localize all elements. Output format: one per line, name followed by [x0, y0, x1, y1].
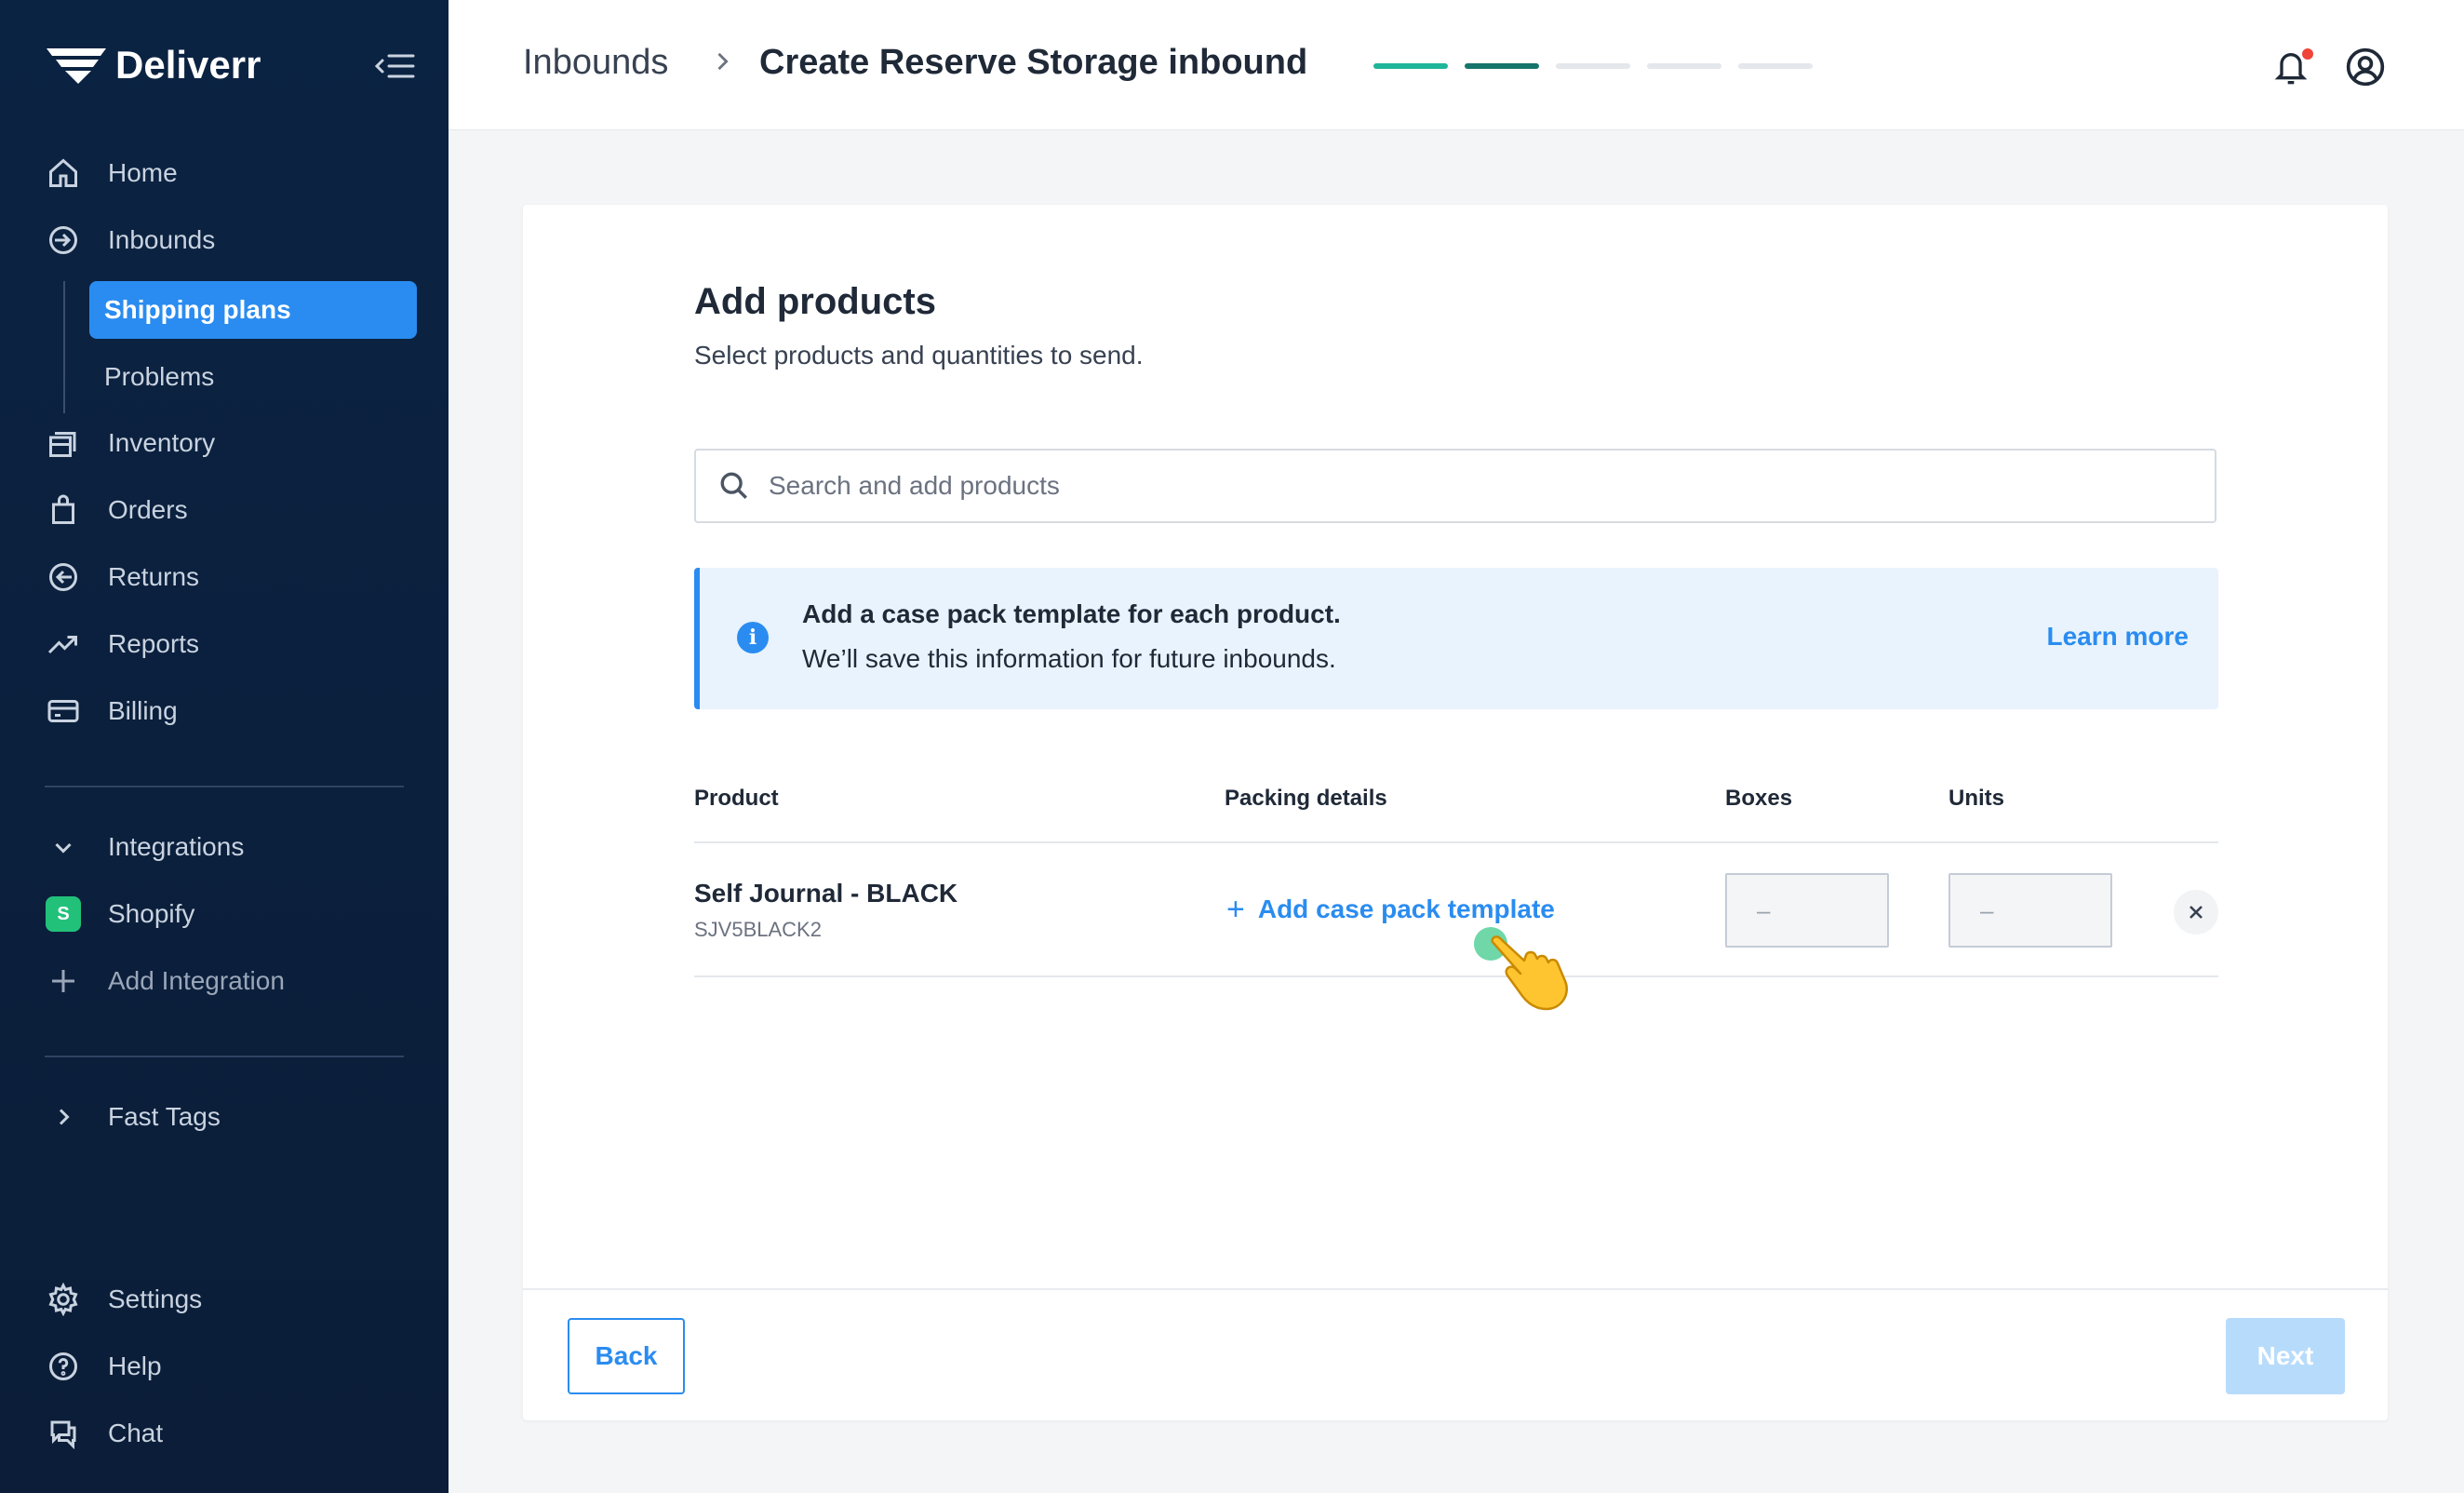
sidebar-item-label: Orders [108, 495, 188, 524]
return-arrow-icon [45, 558, 82, 596]
sidebar-subitem-label: Problems [104, 362, 215, 391]
inbound-arrow-icon [45, 222, 82, 259]
sidebar-divider [45, 1056, 404, 1057]
sidebar-item-label: Home [108, 158, 178, 187]
sidebar-item-inbounds[interactable]: Inbounds [45, 212, 215, 268]
sidebar: Deliverr Home Inbounds Shipping plans Pr… [0, 0, 449, 1493]
user-account-icon[interactable] [2345, 47, 2386, 87]
column-header-units: Units [1948, 786, 2004, 811]
shopify-icon: S [45, 895, 82, 933]
collapse-sidebar-icon[interactable] [374, 50, 415, 82]
sidebar-item-label: Inbounds [108, 225, 216, 254]
sidebar-item-label: Settings [108, 1285, 203, 1313]
product-name: Self Journal - BLACK [694, 879, 958, 908]
info-title: Add a case pack template for each produc… [802, 599, 1341, 628]
back-button[interactable]: Back [568, 1318, 685, 1394]
boxes-input[interactable]: – [1725, 873, 1889, 948]
sidebar-item-add-integration[interactable]: Add Integration [45, 953, 285, 1009]
sidebar-item-label: Billing [108, 696, 178, 725]
sidebar-item-label: Add Integration [108, 966, 285, 995]
column-header-product: Product [694, 786, 779, 811]
trend-up-icon [45, 625, 82, 663]
sidebar-item-label: Integrations [108, 832, 245, 861]
progress-step [1373, 63, 1448, 69]
sidebar-item-settings[interactable]: Settings [45, 1271, 202, 1327]
credit-card-icon [45, 693, 82, 730]
search-input[interactable] [769, 471, 2164, 501]
sidebar-item-inventory[interactable]: Inventory [45, 415, 215, 471]
info-icon: i [737, 622, 769, 653]
section-subtitle: Select products and quantities to send. [694, 341, 1144, 370]
sidebar-item-chat[interactable]: Chat [45, 1406, 163, 1461]
chevron-right-icon [45, 1098, 82, 1136]
add-products-card: Add products Select products and quantit… [523, 205, 2388, 1420]
next-button[interactable]: Next [2226, 1318, 2345, 1394]
sidebar-item-reports[interactable]: Reports [45, 616, 199, 672]
inventory-icon [45, 424, 82, 462]
sidebar-item-label: Inventory [108, 428, 216, 457]
sidebar-item-home[interactable]: Home [45, 145, 178, 201]
gear-icon [45, 1281, 82, 1318]
progress-step [1738, 63, 1813, 69]
sidebar-item-shopify[interactable]: S Shopify [45, 886, 194, 942]
search-icon [720, 472, 747, 499]
sidebar-item-label: Help [108, 1352, 162, 1380]
sidebar-item-fast-tags[interactable]: Fast Tags [45, 1089, 221, 1145]
sub-nav-line [63, 281, 65, 413]
sidebar-item-help[interactable]: Help [45, 1338, 162, 1394]
sidebar-item-billing[interactable]: Billing [45, 683, 178, 739]
product-sku: SJV5BLACK2 [694, 918, 822, 941]
progress-step [1647, 63, 1721, 69]
info-text: We’ll save this information for future i… [802, 644, 1336, 673]
pointing-hand-cursor-icon [1491, 935, 1568, 1011]
sidebar-item-returns[interactable]: Returns [45, 549, 199, 605]
chat-icon [45, 1415, 82, 1452]
units-input[interactable]: – [1948, 873, 2112, 948]
chevron-right-icon [717, 52, 729, 71]
sidebar-item-integrations[interactable]: Integrations [45, 819, 244, 875]
column-header-boxes: Boxes [1725, 786, 1793, 811]
info-banner: i Add a case pack template for each prod… [694, 568, 2218, 709]
remove-product-button[interactable] [2174, 890, 2218, 935]
sidebar-item-orders[interactable]: Orders [45, 482, 188, 538]
progress-step [1556, 63, 1630, 69]
close-icon [2189, 906, 2203, 919]
sidebar-item-label: Fast Tags [108, 1102, 221, 1131]
sidebar-item-label: Shopify [108, 899, 195, 928]
search-box[interactable] [694, 449, 2216, 523]
help-icon [45, 1348, 82, 1385]
plus-icon [45, 962, 82, 1000]
sidebar-subitem-label: Shipping plans [104, 295, 291, 324]
table-row-divider [694, 975, 2218, 977]
column-header-packing-details: Packing details [1225, 786, 1387, 811]
footer-divider [523, 1288, 2388, 1290]
page-title: Create Reserve Storage inbound [759, 43, 1308, 82]
home-icon [45, 155, 82, 192]
top-header: Inbounds Create Reserve Storage inbound [449, 0, 2464, 130]
sidebar-item-label: Reports [108, 629, 200, 658]
sidebar-item-label: Returns [108, 562, 200, 591]
brand-logo[interactable]: Deliverr [45, 43, 261, 87]
sidebar-divider [45, 786, 404, 787]
brand-name: Deliverr [115, 43, 261, 87]
shopping-bag-icon [45, 491, 82, 529]
progress-step [1465, 63, 1539, 69]
add-case-pack-template-label: Add case pack template [1257, 894, 1555, 923]
breadcrumb-inbounds[interactable]: Inbounds [523, 43, 668, 83]
sidebar-subitem-problems[interactable]: Problems [89, 348, 417, 406]
plus-icon: + [1226, 892, 1245, 927]
chevron-down-icon [45, 828, 82, 866]
deliverr-logo-icon [47, 48, 106, 84]
table-header-divider [694, 841, 2218, 843]
progress-steps [1373, 63, 1813, 69]
notification-badge [2302, 48, 2313, 60]
learn-more-link[interactable]: Learn more [2047, 622, 2189, 652]
sidebar-subitem-shipping-plans[interactable]: Shipping plans [89, 281, 417, 339]
add-case-pack-template-link[interactable]: + Add case pack template [1226, 894, 1555, 925]
section-title: Add products [694, 281, 936, 322]
sidebar-item-label: Chat [108, 1419, 164, 1447]
